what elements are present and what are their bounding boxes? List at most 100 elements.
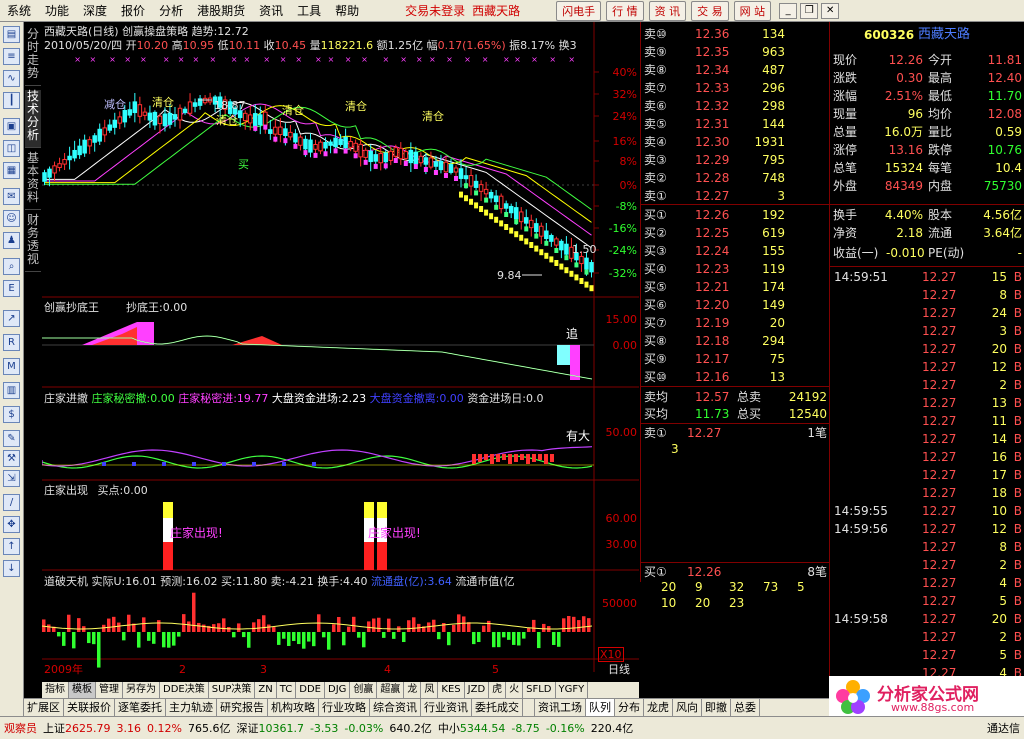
money-icon[interactable]: $ [3,406,20,423]
tab-manage[interactable]: 管理 [96,682,123,698]
market-button[interactable]: 行 情 [606,0,644,21]
quote-row[interactable]: 现量 96 均价 12.08 [830,105,1024,123]
tick-row[interactable]: 12.27 13 B [830,394,1024,412]
tab-feng[interactable]: 凤 [421,682,439,698]
tab-save-as[interactable]: 另存为 [123,682,160,698]
window-icon[interactable]: ◫ [3,140,20,157]
menu-help[interactable]: 帮助 [328,2,366,19]
tab-jzd[interactable]: JZD [465,682,490,698]
website-button[interactable]: 网 站 [733,0,772,21]
quote-row[interactable]: 收益(一) -0.010 PE(动) - [830,244,1024,262]
period-label[interactable]: 日线 [608,663,630,676]
tick-row[interactable]: 12.27 16 B [830,448,1024,466]
tab-huo[interactable]: 火 [506,682,524,698]
tick-row[interactable]: 12.27 8 B [830,286,1024,304]
tick-row[interactable]: 12.27 5 B [830,646,1024,664]
people-icon[interactable]: ♟ [3,232,20,249]
tick-row[interactable]: 12.27 3 B [830,322,1024,340]
tab-extension[interactable]: 扩展区 [24,699,64,716]
ask-row[interactable]: 卖① 12.27 3 [641,187,829,205]
ask-row[interactable]: 卖③ 12.29 795 [641,151,829,169]
tab-info-workshop[interactable]: 资讯工场 [535,699,586,716]
tick-row[interactable]: 12.27 2 B [830,376,1024,394]
menu-info[interactable]: 资讯 [252,2,290,19]
tab-intraday[interactable]: 分时走势 [25,28,41,86]
tick-row[interactable]: 12.27 14 B [830,430,1024,448]
tab-tc[interactable]: TC [277,682,297,698]
bid-row[interactable]: 买⑦ 12.19 20 [641,314,829,332]
tab-technical[interactable]: 技术分析 [25,90,41,148]
x10-button[interactable]: X10 [598,647,624,662]
tab-related-quote[interactable]: 关联报价 [64,699,115,716]
quote-header[interactable]: 600326 西藏天路 [830,26,1024,44]
line-chart-icon[interactable]: ∿ [3,70,20,87]
bid-row[interactable]: 买⑩ 12.16 13 [641,368,829,386]
tab-general-news[interactable]: 综合资讯 [370,699,421,716]
ask-row[interactable]: 卖④ 12.30 1931 [641,133,829,151]
tab-industry-news[interactable]: 行业资讯 [421,699,472,716]
trend-icon[interactable]: ↗ [3,310,20,327]
quote-row[interactable]: 涨跌 0.30 最高 12.40 [830,69,1024,87]
quote-row[interactable]: 净资 2.18 流通 3.64亿 [830,224,1024,242]
bid-row[interactable]: 买④ 12.23 119 [641,260,829,278]
eti-icon[interactable]: E [3,280,20,297]
menu-function[interactable]: 功能 [38,2,76,19]
tab-deals[interactable]: 委托成交 [472,699,523,716]
tick-row[interactable]: 14:59:56 12.27 12 B [830,520,1024,538]
bid-row[interactable]: 买③ 12.24 155 [641,242,829,260]
tab-total-orders[interactable]: 总委 [731,699,760,716]
kline-icon[interactable]: ┃ [3,92,20,109]
detail-icon[interactable]: ≡ [3,48,20,65]
tick-row[interactable]: 14:59:55 12.27 10 B [830,502,1024,520]
menu-system[interactable]: 系统 [0,2,38,19]
tools-icon[interactable]: ⚒ [3,450,20,467]
quote-row[interactable]: 外盘 84349 内盘 75730 [830,177,1024,195]
bid-row[interactable]: 买⑥ 12.20 149 [641,296,829,314]
tab-hu[interactable]: 虎 [489,682,507,698]
news-icon[interactable]: ▣ [3,118,20,135]
tab-fundamentals[interactable]: 基本资料 [25,152,41,210]
bid-average-row[interactable]: 买均 11.73 总买 12540 [641,405,829,423]
tab-chuangying[interactable]: 创赢 [350,682,378,698]
tick-row[interactable]: 12.27 5 B [830,592,1024,610]
tab-kes[interactable]: KES [438,682,465,698]
tick-row[interactable]: 12.27 4 B [830,574,1024,592]
bid-row[interactable]: 买⑨ 12.17 75 [641,350,829,368]
pencil-icon[interactable]: / [3,494,20,511]
rsi-icon[interactable]: R [3,334,20,351]
ask-average-row[interactable]: 卖均 12.57 总卖 24192 [641,388,829,406]
tick-row[interactable]: 12.27 18 B [830,484,1024,502]
tab-indicator[interactable]: 指标 [42,682,69,698]
menu-tools[interactable]: 工具 [290,2,328,19]
arrow-up-icon[interactable]: ↑ [3,538,20,555]
quote-row[interactable]: 换手 4.40% 股本 4.56亿 [830,206,1024,224]
flash-trade-button[interactable]: 闪电手 [556,0,602,21]
bid-row[interactable]: 买② 12.25 619 [641,224,829,242]
menu-quote[interactable]: 报价 [114,2,152,19]
ask-row[interactable]: 卖⑧ 12.34 487 [641,61,829,79]
menu-analysis[interactable]: 分析 [152,2,190,19]
ask-row[interactable]: 卖⑦ 12.33 296 [641,79,829,97]
quote-row[interactable]: 总笔 15324 每笔 10.4 [830,159,1024,177]
tick-row[interactable]: 12.27 2 B [830,556,1024,574]
bid-row[interactable]: 买① 12.26 192 [641,206,829,224]
tab-main-track[interactable]: 主力轨迹 [166,699,217,716]
bid-queue-items[interactable]: 10 20 23 [641,594,829,612]
ask-row[interactable]: 卖⑥ 12.32 298 [641,97,829,115]
mail-icon[interactable]: ✉ [3,188,20,205]
tab-finance[interactable]: 财务透视 [25,214,41,272]
menu-hk-futures[interactable]: 港股期货 [190,2,252,19]
tab-institution[interactable]: 机构攻略 [268,699,319,716]
tab-chaoying[interactable]: 超赢 [377,682,405,698]
bar-icon[interactable]: ▥ [3,382,20,399]
tab-dde[interactable]: DDE [296,682,325,698]
ask-row[interactable]: 卖② 12.28 748 [641,169,829,187]
tick-row[interactable]: 14:59:51 12.27 15 B [830,268,1024,286]
tick-row[interactable]: 12.27 11 B [830,412,1024,430]
menu-depth[interactable]: 深度 [76,2,114,19]
news-button[interactable]: 资 讯 [648,0,687,21]
ask-row[interactable]: 卖⑩ 12.36 134 [641,25,829,43]
tab-ygfy[interactable]: YGFY [556,682,589,698]
quote-list-icon[interactable]: ▤ [3,26,20,43]
tab-long[interactable]: 龙 [404,682,422,698]
